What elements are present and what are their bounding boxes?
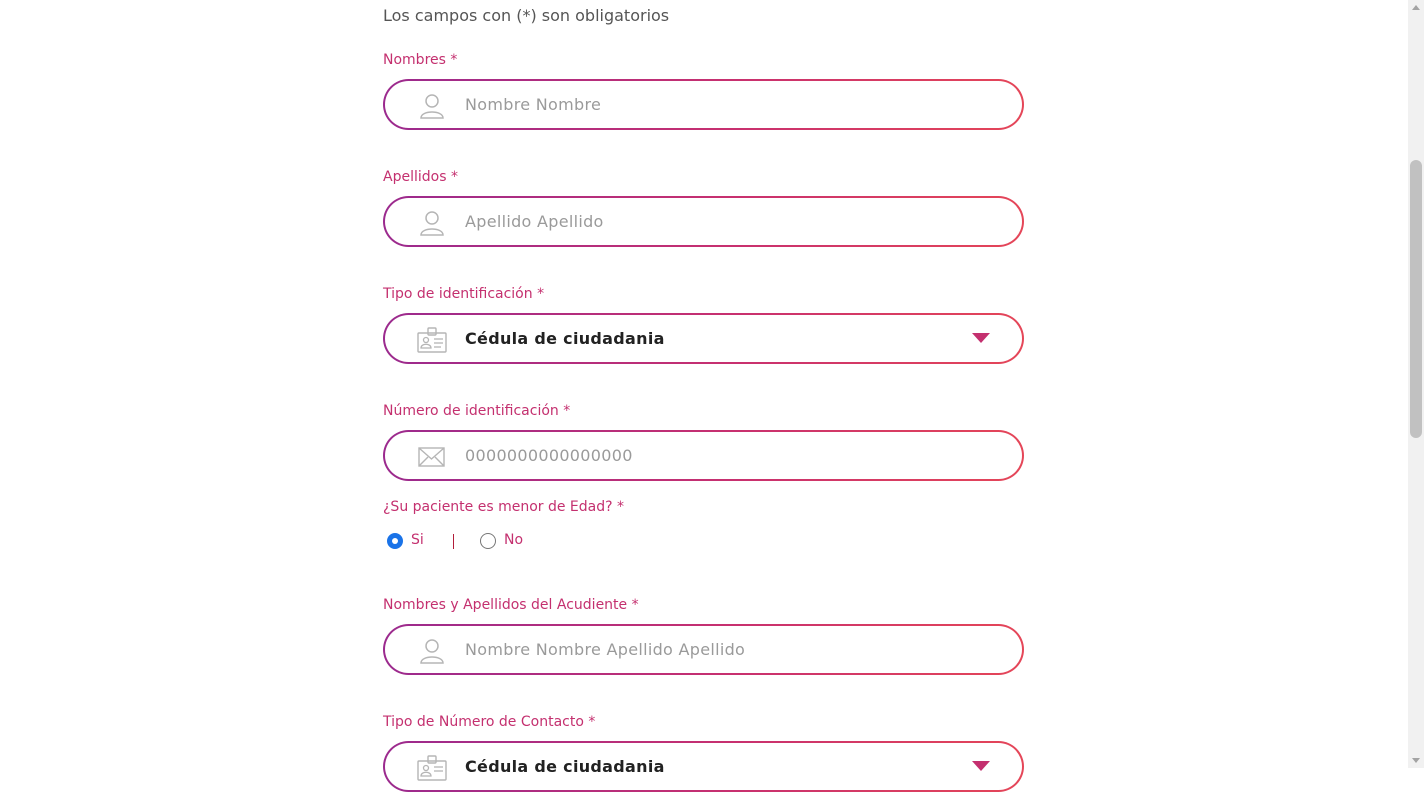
radio-si[interactable]	[387, 533, 403, 549]
vertical-scrollbar[interactable]	[1408, 0, 1424, 768]
acudiente-placeholder: Nombre Nombre Apellido Apellido	[465, 640, 746, 659]
apellidos-input[interactable]: Apellido Apellido	[383, 196, 1024, 247]
radio-no[interactable]	[480, 533, 496, 549]
acudiente-label: Nombres y Apellidos del Acudiente *	[383, 597, 639, 613]
chevron-down-icon[interactable]	[972, 761, 990, 771]
numero-identificacion-placeholder: 0000000000000000	[465, 446, 633, 465]
radio-no-label[interactable]: No	[504, 532, 523, 548]
numero-identificacion-input[interactable]: 0000000000000000	[383, 430, 1024, 481]
tipo-identificacion-label: Tipo de identificación *	[383, 286, 545, 302]
envelope-icon	[418, 447, 445, 467]
apellidos-label: Apellidos *	[383, 169, 458, 185]
tipo-numero-contacto-label: Tipo de Número de Contacto *	[383, 714, 596, 730]
form-page: Los campos con (*) son obligatorios Nomb…	[0, 0, 1408, 790]
tipo-identificacion-select[interactable]: Cédula de ciudadania	[383, 313, 1024, 364]
required-fields-note: Los campos con (*) son obligatorios	[383, 6, 670, 25]
numero-identificacion-label: Número de identificación *	[383, 403, 571, 419]
scroll-thumb[interactable]	[1410, 160, 1422, 438]
scroll-down-arrow-icon[interactable]	[1412, 758, 1420, 763]
nombres-label: Nombres *	[383, 52, 458, 68]
user-icon	[420, 639, 444, 664]
tipo-numero-contacto-value: Cédula de ciudadania	[465, 757, 665, 776]
user-icon	[420, 94, 444, 119]
radio-divider	[453, 534, 454, 549]
tipo-identificacion-value: Cédula de ciudadania	[465, 329, 665, 348]
radio-si-label[interactable]: Si	[411, 532, 424, 548]
user-icon	[420, 211, 444, 236]
id-card-icon	[417, 327, 447, 353]
scroll-up-arrow-icon[interactable]	[1412, 5, 1420, 10]
chevron-down-icon[interactable]	[972, 333, 990, 343]
id-card-icon	[417, 755, 447, 781]
nombres-input[interactable]: Nombre Nombre	[383, 79, 1024, 130]
menor-edad-label: ¿Su paciente es menor de Edad? *	[383, 499, 625, 515]
tipo-numero-contacto-select[interactable]: Cédula de ciudadania	[383, 741, 1024, 792]
nombres-placeholder: Nombre Nombre	[465, 95, 602, 114]
acudiente-input[interactable]: Nombre Nombre Apellido Apellido	[383, 624, 1024, 675]
apellidos-placeholder: Apellido Apellido	[465, 212, 604, 231]
